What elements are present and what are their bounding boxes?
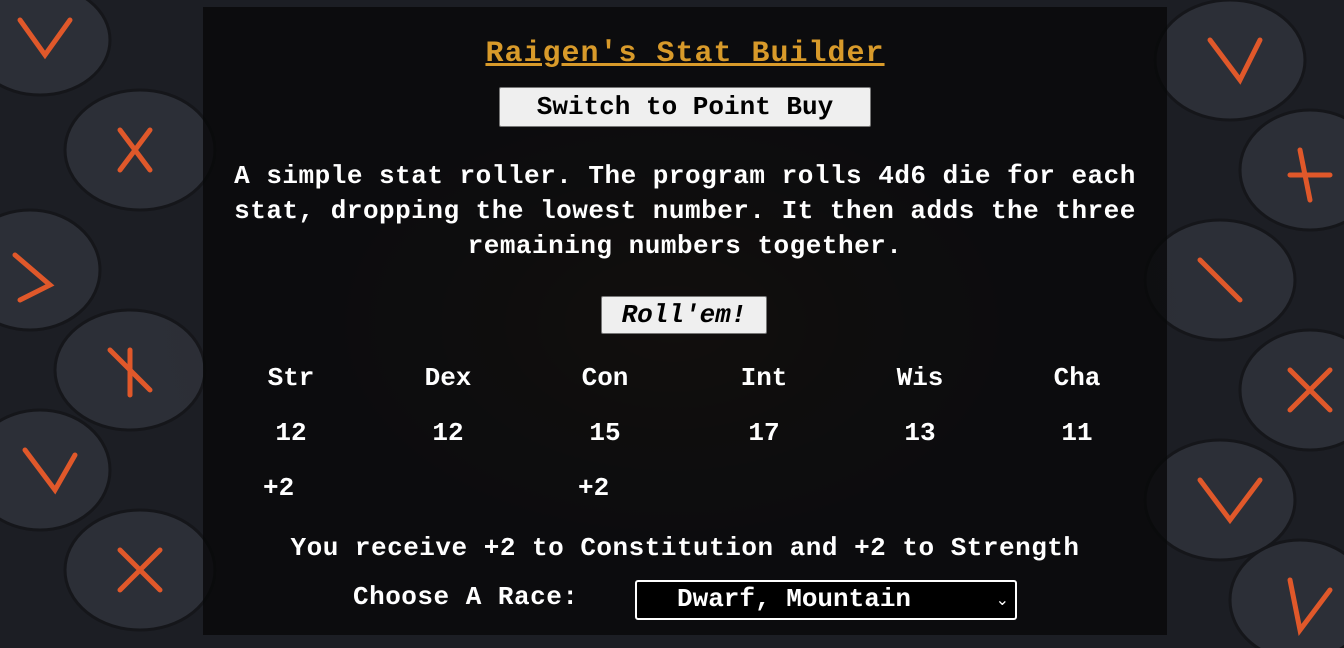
race-row: Choose A Race: Dwarf, Mountain ⌄ (203, 580, 1167, 620)
stat-value-con: 15 (589, 418, 621, 448)
stat-value-dex: 12 (432, 418, 464, 448)
stat-builder-panel: Raigen's Stat Builder Switch to Point Bu… (203, 7, 1167, 635)
stat-header-cha: Cha (1053, 363, 1101, 393)
stat-header-con: Con (581, 363, 629, 393)
switch-to-point-buy-button[interactable]: Switch to Point Buy (499, 87, 871, 127)
race-label: Choose A Race: (353, 582, 579, 612)
roll-button[interactable]: Roll'em! (601, 296, 767, 334)
stat-header-str: Str (267, 363, 315, 393)
stat-value-int: 17 (748, 418, 780, 448)
stat-header-int: Int (740, 363, 788, 393)
stat-header-dex: Dex (424, 363, 472, 393)
race-select[interactable]: Dwarf, Mountain ⌄ (635, 580, 1017, 620)
stat-value-wis: 13 (904, 418, 936, 448)
stat-header-wis: Wis (896, 363, 944, 393)
description-text: A simple stat roller. The program rolls … (234, 161, 1136, 261)
stat-bonus-str: +2 (263, 473, 295, 503)
chevron-down-icon: ⌄ (995, 590, 1009, 609)
race-selected-value: Dwarf, Mountain (677, 584, 912, 614)
bonus-summary-text: You receive +2 to Constitution and +2 to… (290, 533, 1080, 563)
stat-value-cha: 11 (1061, 418, 1093, 448)
stat-value-str: 12 (275, 418, 307, 448)
stat-bonus-con: +2 (578, 473, 610, 503)
page-title: Raigen's Stat Builder (485, 37, 885, 71)
